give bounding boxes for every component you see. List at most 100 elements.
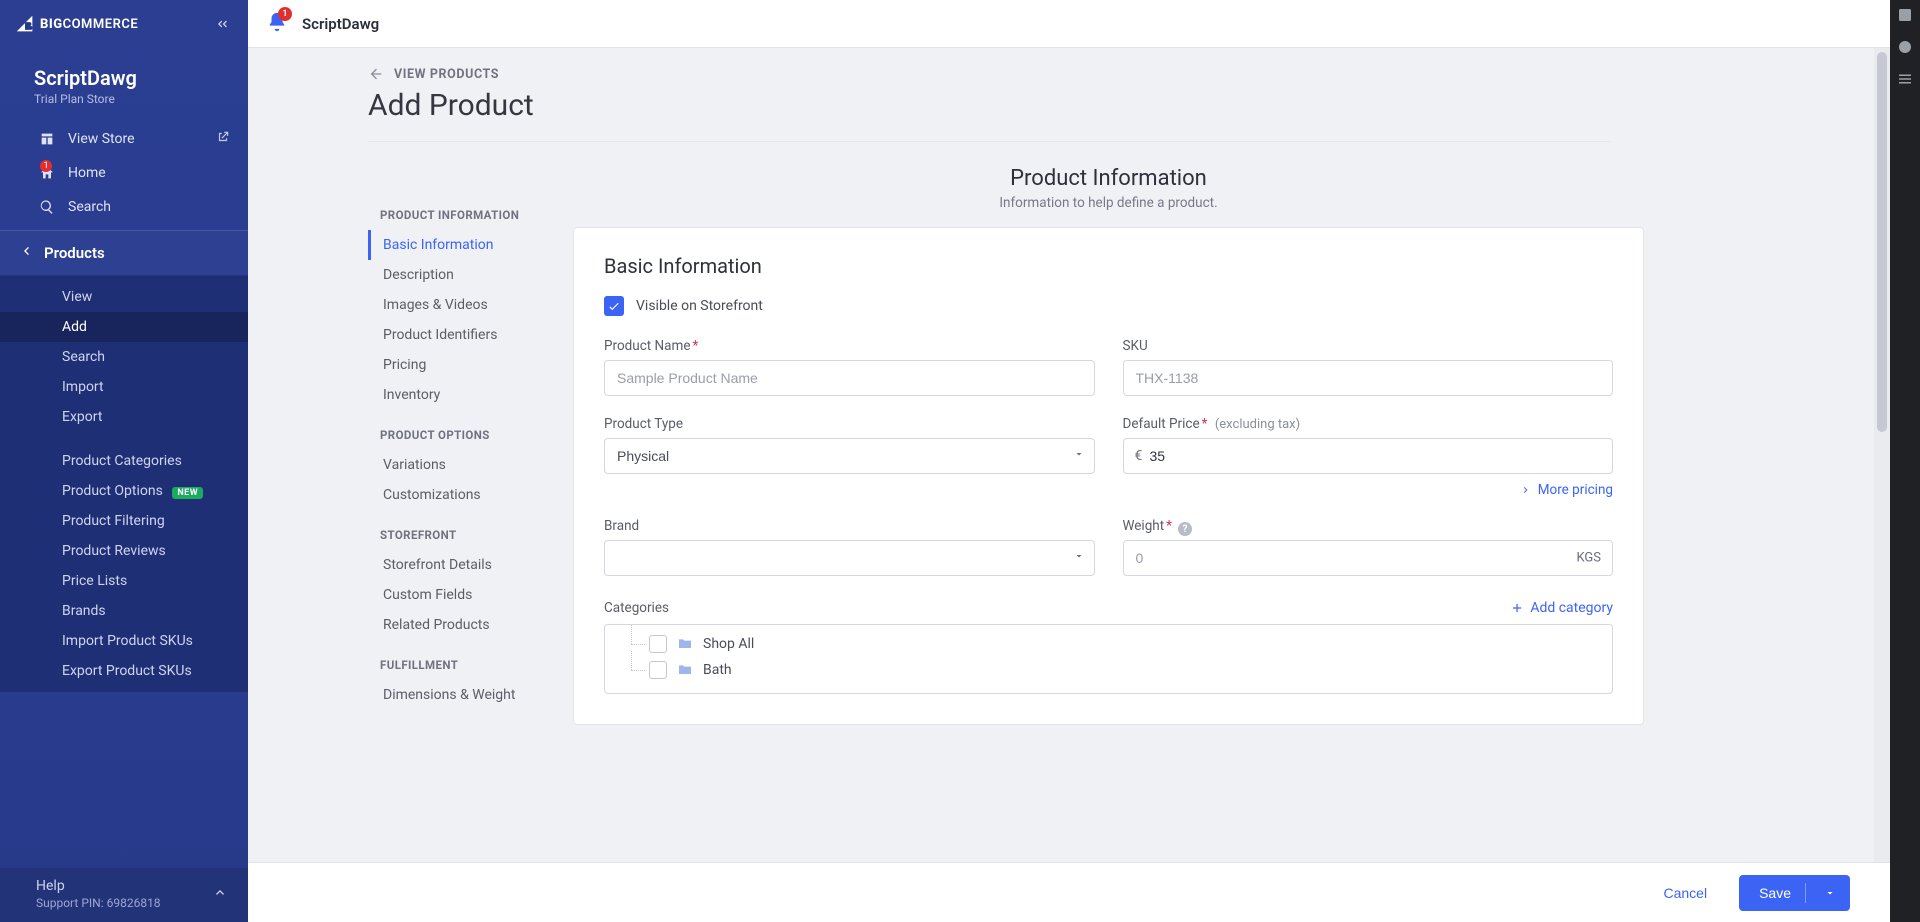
subnav-options[interactable]: Product Options NEW — [0, 476, 248, 506]
cancel-button[interactable]: Cancel — [1645, 875, 1725, 911]
subnav-brands[interactable]: Brands — [0, 596, 248, 626]
page-scroll[interactable]: PRODUCT INFORMATION Basic Information De… — [248, 48, 1890, 922]
subnav-import[interactable]: Import — [0, 372, 248, 402]
visible-checkbox[interactable] — [604, 296, 624, 316]
nav-view-store[interactable]: View Store — [0, 122, 248, 156]
store-plan: Trial Plan Store — [34, 92, 228, 106]
product-type-select[interactable]: Physical — [604, 438, 1095, 474]
save-button-label: Save — [1759, 885, 1791, 901]
arrow-left-icon — [368, 66, 384, 82]
nav-search[interactable]: Search — [0, 190, 248, 224]
back-label: VIEW PRODUCTS — [394, 67, 499, 82]
nav-view-store-label: View Store — [68, 131, 135, 147]
section-title: Product Information — [573, 166, 1644, 191]
chevron-double-left-icon — [214, 16, 230, 32]
title-rule — [368, 141, 1610, 142]
field-product-name: Product Name* — [604, 338, 1095, 396]
category-name: Shop All — [703, 636, 754, 652]
brand-select[interactable] — [604, 540, 1095, 576]
subnav-reviews[interactable]: Product Reviews — [0, 536, 248, 566]
brand-logo[interactable]: BIGCOMMERCE — [14, 13, 138, 35]
more-pricing-link[interactable]: More pricing — [1123, 482, 1614, 498]
help-block[interactable]: Help Support PIN: 69826818 — [0, 868, 248, 922]
primary-nav: View Store 1 Home Search — [0, 116, 248, 230]
scrollbar-thumb[interactable] — [1877, 52, 1887, 432]
required-mark: * — [693, 338, 699, 354]
categories-block: Categories Add category Shop All — [604, 600, 1613, 694]
chevron-left-icon — [18, 243, 34, 263]
bigcommerce-icon — [14, 13, 36, 35]
category-name: Bath — [703, 662, 732, 678]
collapse-sidebar-button[interactable] — [210, 12, 234, 36]
save-button[interactable]: Save — [1739, 875, 1850, 911]
field-weight: Weight* ? KGS — [1123, 518, 1614, 576]
subnav-view[interactable]: View — [0, 282, 248, 312]
brand-big: BIG — [40, 17, 63, 32]
store-name: ScriptDawg — [34, 66, 228, 90]
product-name-input[interactable] — [604, 360, 1095, 396]
subnav-export-skus[interactable]: Export Product SKUs — [0, 656, 248, 686]
breadcrumb: ScriptDawg — [302, 15, 379, 33]
subnav-pricelists[interactable]: Price Lists — [0, 566, 248, 596]
visible-label: Visible on Storefront — [636, 298, 763, 314]
section-products[interactable]: Products — [0, 230, 248, 276]
category-checkbox[interactable] — [649, 635, 667, 653]
subnav-categories[interactable]: Product Categories — [0, 446, 248, 476]
product-name-label: Product Name* — [604, 338, 1095, 354]
subnav-export[interactable]: Export — [0, 402, 248, 432]
page-inner: VIEW PRODUCTS Add Product Product Inform… — [248, 48, 1678, 845]
weight-input[interactable] — [1123, 540, 1614, 576]
content-area: Product Information Information to help … — [573, 166, 1644, 725]
sku-input[interactable] — [1123, 360, 1614, 396]
topbar: 1 ScriptDawg — [248, 0, 1890, 48]
subnav-add[interactable]: Add — [0, 312, 248, 342]
store-block: ScriptDawg Trial Plan Store — [0, 48, 248, 116]
folder-icon — [677, 662, 693, 678]
caret-down-icon — [1824, 887, 1836, 899]
strip-icon[interactable] — [1896, 70, 1914, 88]
brand-bar: BIGCOMMERCE — [0, 0, 248, 48]
back-link[interactable]: VIEW PRODUCTS — [368, 66, 1644, 82]
brand-rest: COMMERCE — [63, 17, 139, 32]
help-icon[interactable]: ? — [1178, 522, 1192, 536]
chevron-up-icon — [212, 884, 228, 904]
form-grid: Product Name* SKU Product Type — [604, 338, 1613, 576]
category-checkbox[interactable] — [649, 661, 667, 679]
scrollbar[interactable] — [1874, 48, 1890, 862]
category-row: Shop All — [615, 631, 1602, 657]
subnav-import-skus[interactable]: Import Product SKUs — [0, 626, 248, 656]
search-icon — [38, 198, 56, 216]
price-hint: (excluding tax) — [1215, 417, 1300, 432]
subnav-filtering[interactable]: Product Filtering — [0, 506, 248, 536]
subnav-search[interactable]: Search — [0, 342, 248, 372]
nav-home-label: Home — [68, 165, 106, 181]
save-dropdown[interactable] — [1820, 887, 1840, 899]
add-category-link[interactable]: Add category — [1510, 600, 1613, 616]
external-link-icon — [216, 130, 230, 148]
divider — [1805, 883, 1806, 903]
notifications-button[interactable]: 1 — [266, 11, 288, 37]
strip-icon[interactable] — [1896, 38, 1914, 56]
strip-icon[interactable] — [1896, 6, 1914, 24]
field-product-type: Product Type Physical — [604, 416, 1095, 498]
nav-search-label: Search — [68, 199, 111, 215]
currency-symbol: € — [1135, 448, 1143, 464]
plus-icon — [1510, 601, 1524, 615]
help-pin: Support PIN: 69826818 — [36, 896, 161, 910]
sku-label: SKU — [1123, 338, 1614, 354]
section-products-label: Products — [44, 244, 105, 262]
weight-label: Weight* — [1123, 518, 1172, 534]
nav-home[interactable]: 1 Home — [0, 156, 248, 190]
folder-icon — [677, 636, 693, 652]
products-subnav: View Add Search Import Export Product Ca… — [0, 276, 248, 692]
page-title: Add Product — [368, 88, 1644, 123]
field-sku: SKU — [1123, 338, 1614, 396]
brand-label: Brand — [604, 518, 1095, 534]
weight-unit: KGS — [1576, 551, 1601, 566]
footer-bar: Cancel Save — [248, 862, 1890, 922]
price-input[interactable] — [1123, 438, 1614, 474]
subnav-options-label: Product Options — [62, 483, 163, 499]
card-title: Basic Information — [604, 254, 1613, 278]
help-label: Help — [36, 878, 161, 894]
visible-row: Visible on Storefront — [604, 296, 1613, 316]
